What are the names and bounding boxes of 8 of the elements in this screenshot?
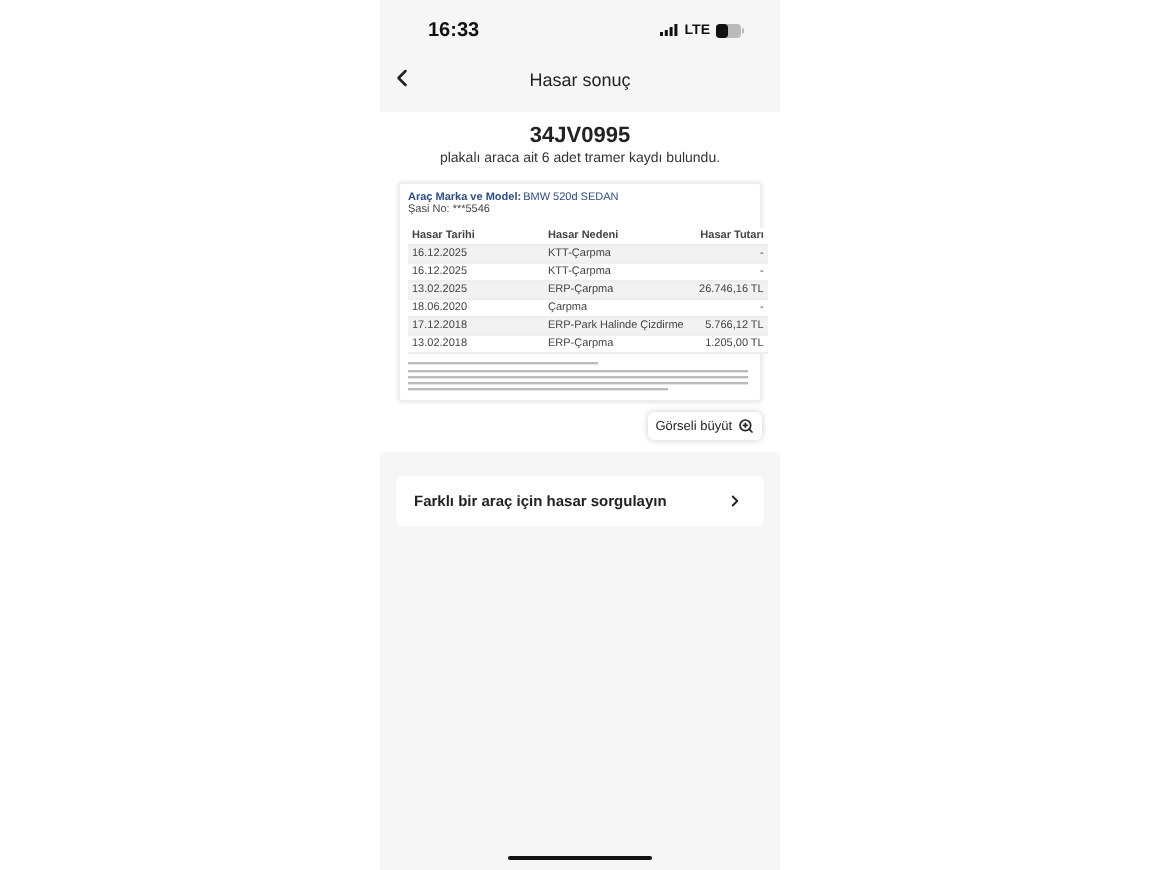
signal-icon [660, 24, 679, 36]
page-title: Hasar sonuç [529, 70, 631, 90]
battery-icon [716, 23, 744, 37]
home-indicator [508, 855, 652, 860]
status-time: 16:33 [428, 19, 480, 41]
plate-number: 34JV0995 [529, 124, 631, 148]
chevron-right-icon [726, 492, 744, 510]
zoom-in-icon [738, 418, 754, 434]
